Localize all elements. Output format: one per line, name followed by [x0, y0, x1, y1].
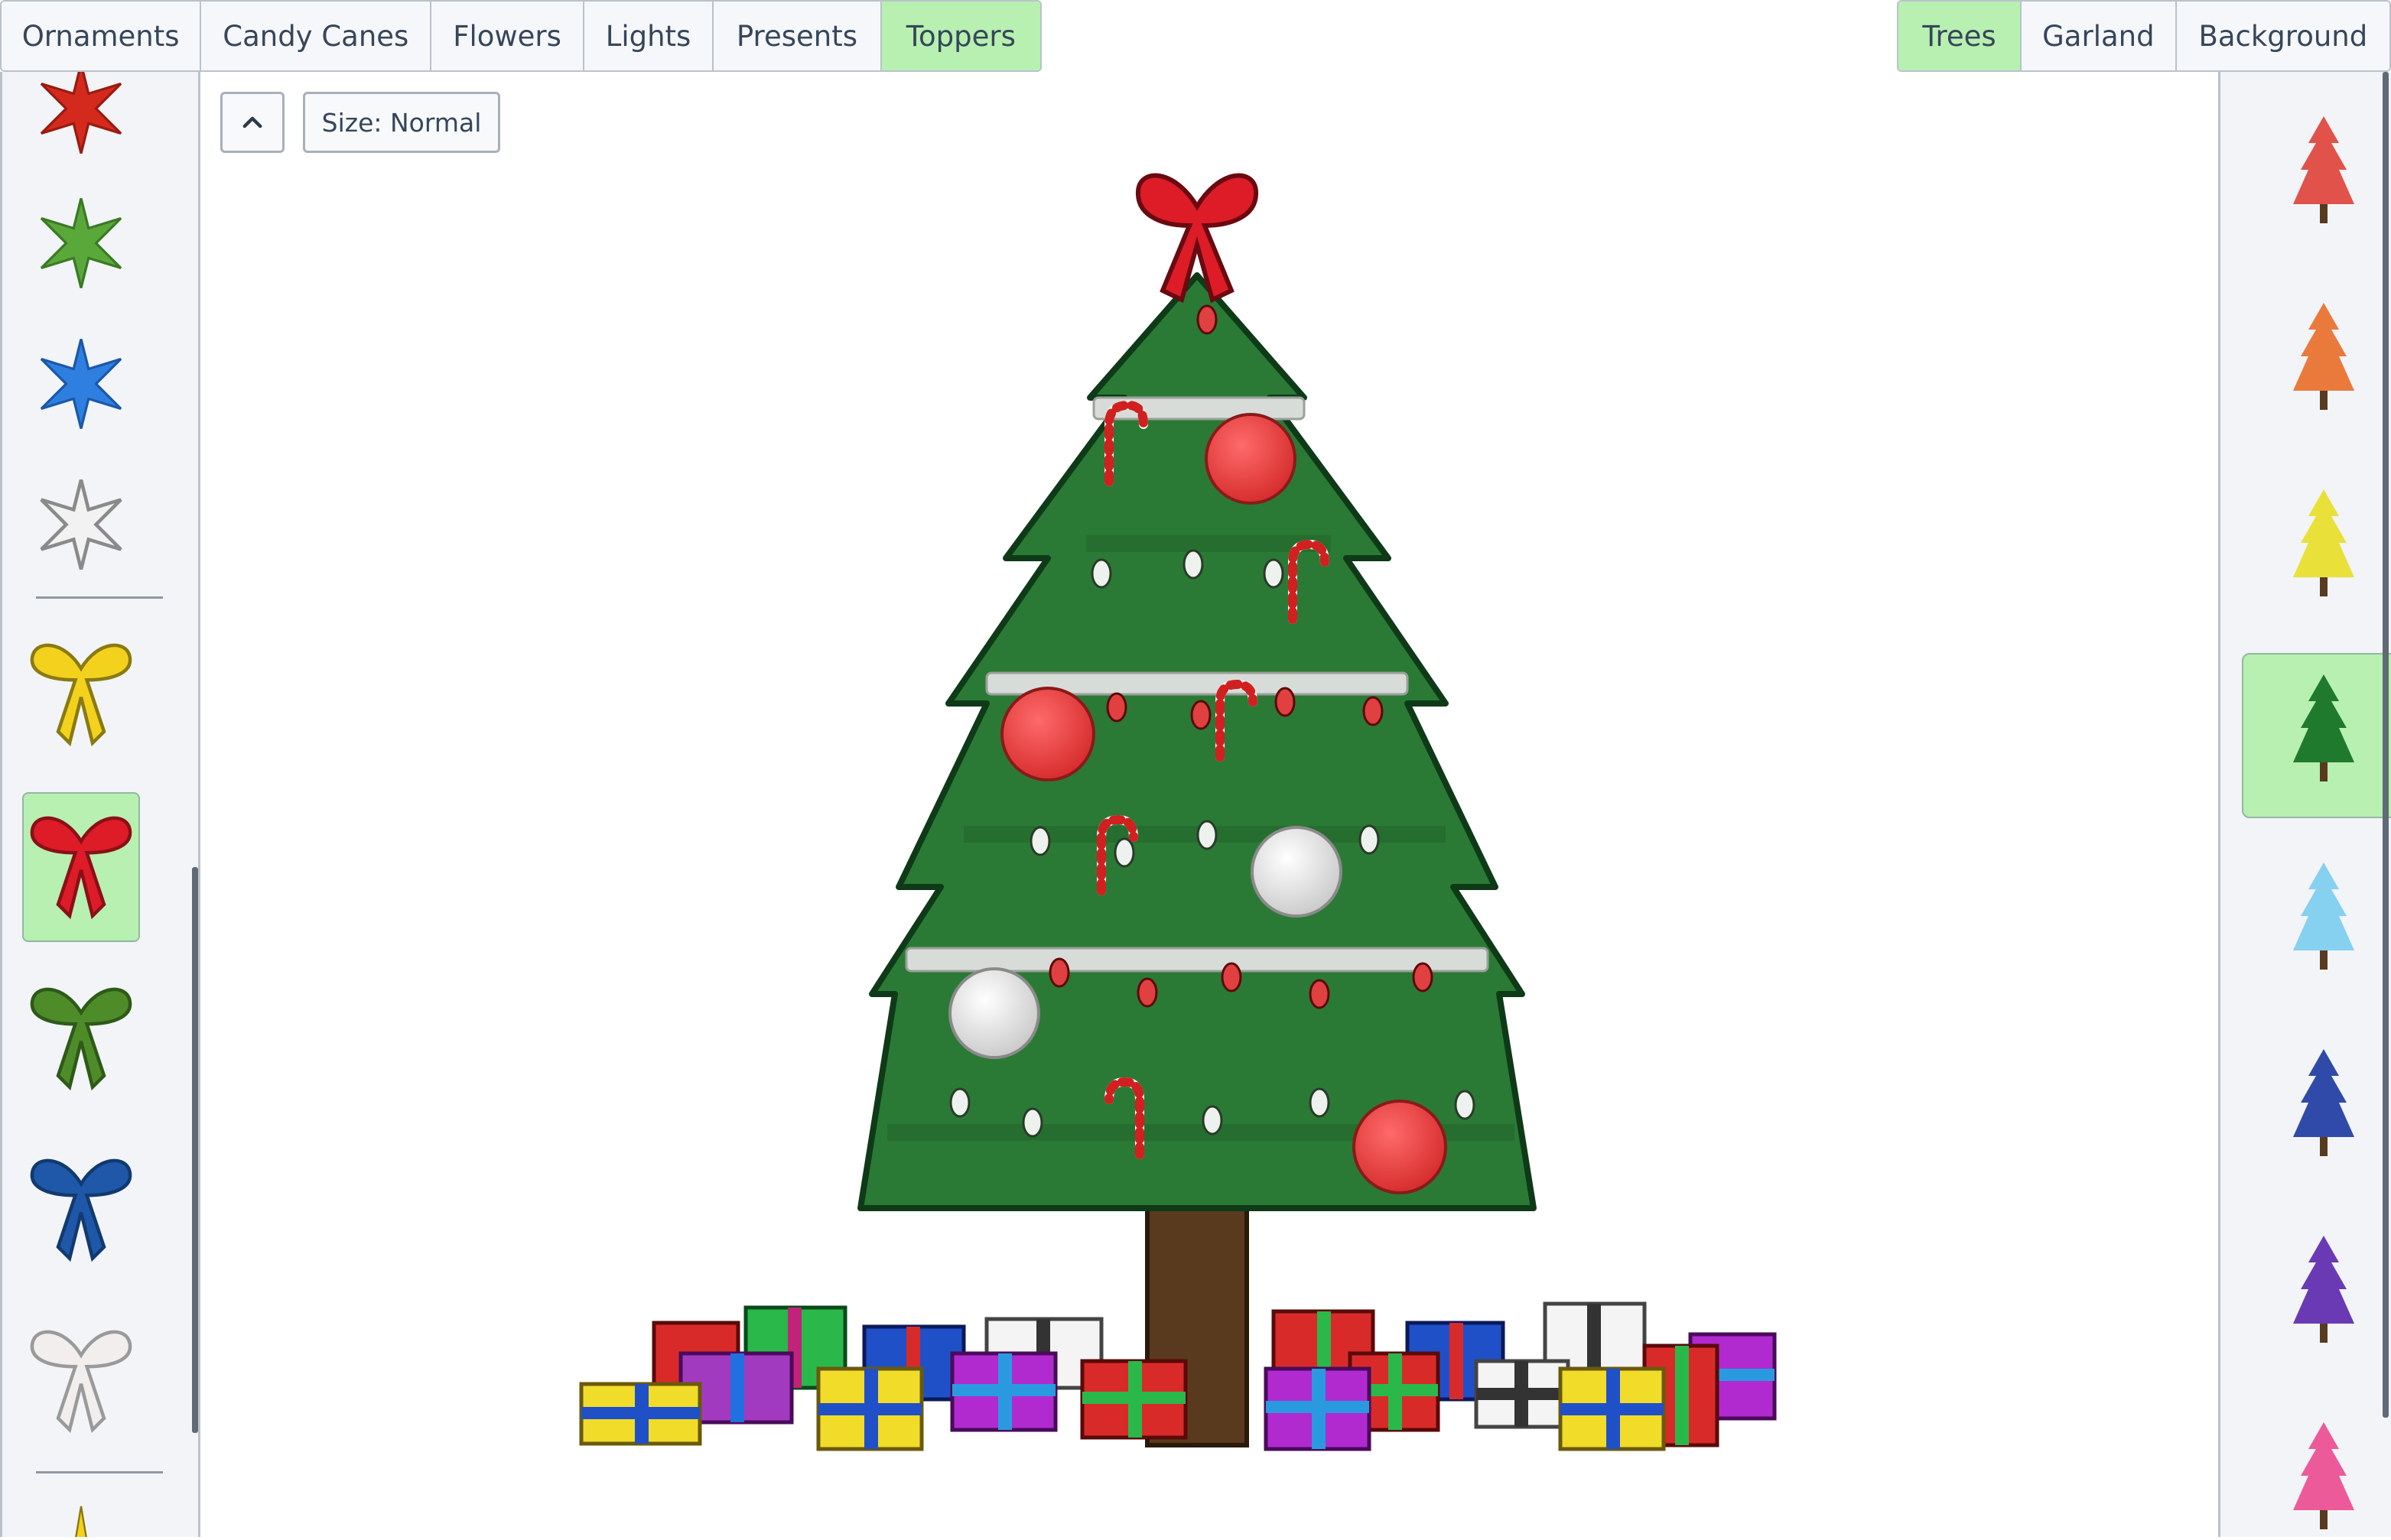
tree-icon [2293, 1236, 2354, 1343]
tree-option-pink[interactable] [2242, 1401, 2391, 1537]
topper-picker [0, 72, 200, 1537]
divider [36, 596, 163, 599]
bow-icon [30, 1330, 132, 1434]
tree-icon [2293, 1049, 2354, 1156]
topper-star-blue[interactable] [22, 309, 140, 459]
star-icon [40, 339, 122, 429]
star-icon [40, 198, 122, 288]
tree-option-purple[interactable] [2242, 1214, 2391, 1379]
topper-angel-yellow[interactable] [22, 1494, 140, 1537]
tab-flowers[interactable]: Flowers [431, 2, 584, 70]
tree-icon [2293, 863, 2354, 970]
category-tabs: Ornaments Candy Canes Flowers Lights Pre… [0, 0, 1042, 72]
tree-icon [2293, 489, 2354, 596]
scene-tabs: Trees Garland Background [1897, 0, 2391, 72]
bow-icon [30, 987, 132, 1091]
bow-icon [30, 816, 132, 920]
topper-bow-blue[interactable] [22, 1135, 140, 1285]
tab-trees[interactable]: Trees [1898, 2, 2022, 70]
tree-icon [2293, 1422, 2354, 1529]
tree-option-orange[interactable] [2242, 281, 2391, 447]
left-scrollbar[interactable] [192, 867, 198, 1433]
tab-presents[interactable]: Presents [714, 2, 882, 70]
tree-icon [2293, 303, 2354, 410]
tree-option-green[interactable] [2242, 653, 2391, 818]
tree-option-blue[interactable] [2242, 1028, 2391, 1193]
tree-option-light-blue[interactable] [2242, 841, 2391, 1006]
bow-icon [30, 643, 132, 747]
divider [36, 1471, 163, 1473]
tree-option-red[interactable] [2242, 95, 2391, 260]
bow-icon [30, 1158, 132, 1262]
topper-star-white[interactable] [22, 450, 140, 599]
topper-bow-green[interactable] [22, 963, 140, 1113]
topper-bow-yellow[interactable] [22, 619, 140, 769]
right-scrollbar[interactable] [2383, 72, 2389, 1418]
tree-option-yellow[interactable] [2242, 468, 2391, 633]
tree-picker [2218, 72, 2391, 1537]
tree-canvas[interactable] [203, 72, 2218, 1537]
decorated-tree [579, 173, 1777, 1451]
angel-icon [75, 1506, 87, 1537]
tree-icon [2293, 674, 2354, 781]
tab-background[interactable]: Background [2176, 2, 2389, 70]
topper-bow-white[interactable] [22, 1306, 140, 1456]
topper-bow-red[interactable] [22, 792, 140, 942]
topper-star-green[interactable] [22, 168, 140, 318]
tab-toppers[interactable]: Toppers [881, 2, 1040, 70]
tab-garland[interactable]: Garland [2022, 2, 2177, 70]
tab-candy-canes[interactable]: Candy Canes [201, 2, 432, 70]
star-icon [40, 479, 122, 570]
tab-ornaments[interactable]: Ornaments [2, 2, 202, 70]
tab-lights[interactable]: Lights [584, 2, 714, 70]
topper-star-red[interactable] [22, 72, 140, 184]
star-icon [40, 72, 122, 154]
tree-icon [2293, 116, 2354, 223]
